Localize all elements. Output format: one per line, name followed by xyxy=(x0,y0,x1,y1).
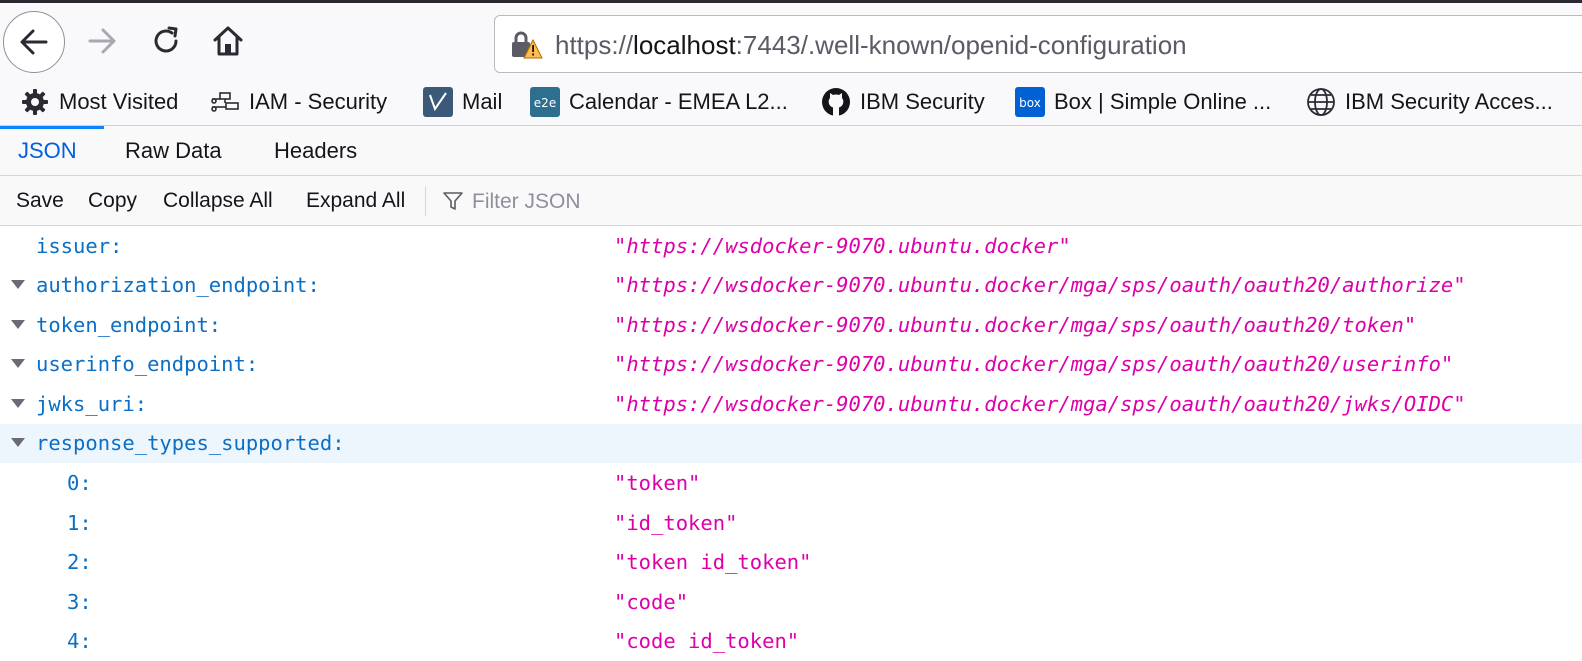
json-action-bar: Save Copy Collapse All Expand All xyxy=(0,176,1582,226)
bookmark-calendar[interactable]: e2e Calendar - EMEA L2... xyxy=(530,86,788,118)
json-value: "https://wsdocker-9070.ubuntu.docker/mga… xyxy=(614,273,1466,297)
json-row[interactable]: issuer: "https://wsdocker-9070.ubuntu.do… xyxy=(0,227,1582,266)
box-icon: box xyxy=(1015,87,1045,117)
expand-triangle-icon[interactable] xyxy=(11,320,25,330)
back-arrow-icon xyxy=(20,29,48,55)
json-value: "token id_token" xyxy=(614,550,812,574)
json-tree: issuer: "https://wsdocker-9070.ubuntu.do… xyxy=(0,226,1582,653)
json-value: "code" xyxy=(614,590,689,614)
url-text[interactable]: https://localhost:7443/.well-known/openi… xyxy=(555,29,1187,61)
bookmark-label: Mail xyxy=(462,89,503,114)
tab-headers[interactable]: Headers xyxy=(274,126,357,175)
bookmark-mail[interactable]: Mail xyxy=(423,86,502,118)
bookmark-iam-security[interactable]: IAM - Security xyxy=(210,86,387,118)
bookmark-ibm-security-access[interactable]: IBM Security Acces... xyxy=(1306,86,1553,118)
globe-icon xyxy=(1307,88,1335,116)
tab-raw-data[interactable]: Raw Data xyxy=(125,126,222,175)
expand-all-button[interactable]: Expand All xyxy=(306,176,405,226)
github-icon xyxy=(822,88,850,116)
insecure-lock-icon[interactable] xyxy=(509,29,543,61)
url-host: localhost xyxy=(633,30,736,60)
json-value: "code id_token" xyxy=(614,629,800,653)
expand-triangle-icon[interactable] xyxy=(11,438,25,448)
json-value: "https://wsdocker-9070.ubuntu.docker" xyxy=(614,234,1071,258)
json-key: 4: xyxy=(67,629,92,653)
json-row[interactable]: token_endpoint: "https://wsdocker-9070.u… xyxy=(0,306,1582,345)
bookmark-label: IBM Security Acces... xyxy=(1345,89,1553,114)
expand-triangle-icon[interactable] xyxy=(11,359,25,369)
svg-text:e2e: e2e xyxy=(534,96,556,110)
json-key: 3: xyxy=(67,590,92,614)
bookmark-label: Box | Simple Online ... xyxy=(1054,89,1272,114)
e2e-icon: e2e xyxy=(530,87,560,117)
json-key: 0: xyxy=(67,471,92,495)
json-key: response_types_supported: xyxy=(36,431,345,455)
json-row-selected[interactable]: response_types_supported: xyxy=(0,424,1582,463)
json-row[interactable]: 4: "code id_token" xyxy=(0,622,1582,661)
gear-icon xyxy=(22,89,48,115)
svg-text:box: box xyxy=(1019,96,1041,110)
json-row[interactable]: 0: "token" xyxy=(0,464,1582,503)
navigation-toolbar: https://localhost:7443/.well-known/openi… xyxy=(0,0,1582,80)
home-icon xyxy=(213,26,243,56)
collapse-all-button[interactable]: Collapse All xyxy=(163,176,273,226)
json-key: 2: xyxy=(67,550,92,574)
filter-json-input[interactable] xyxy=(470,184,1074,220)
expand-triangle-icon[interactable] xyxy=(11,399,25,409)
forward-arrow-icon xyxy=(88,28,116,54)
mail-icon xyxy=(423,87,453,117)
bookmark-box[interactable]: box Box | Simple Online ... xyxy=(1015,86,1271,118)
json-key: userinfo_endpoint: xyxy=(36,352,259,376)
url-bar[interactable]: https://localhost:7443/.well-known/openi… xyxy=(494,15,1582,73)
bookmark-label: Most Visited xyxy=(59,89,179,114)
filter-icon xyxy=(443,192,463,210)
bookmark-label: Calendar - EMEA L2... xyxy=(569,89,788,114)
json-value: "token" xyxy=(614,471,701,495)
json-value: "https://wsdocker-9070.ubuntu.docker/mga… xyxy=(614,352,1454,376)
json-key: 1: xyxy=(67,511,92,535)
home-button[interactable] xyxy=(208,21,248,61)
bookmark-label: IAM - Security xyxy=(249,89,388,114)
json-key: issuer: xyxy=(36,234,123,258)
toolbar-divider xyxy=(425,186,426,216)
bookmark-most-visited[interactable]: Most Visited xyxy=(20,86,178,118)
tab-json[interactable]: JSON xyxy=(18,126,77,175)
reload-icon xyxy=(154,26,178,53)
json-row[interactable]: 1: "id_token" xyxy=(0,504,1582,543)
save-button[interactable]: Save xyxy=(16,176,64,226)
json-value: "id_token" xyxy=(614,511,738,535)
json-key: authorization_endpoint: xyxy=(36,273,320,297)
bookmarks-toolbar: Most Visited IAM - Security Mail e2e Cal… xyxy=(0,80,1582,126)
bookmark-ibm-security[interactable]: IBM Security xyxy=(821,86,985,118)
network-icon xyxy=(211,92,239,112)
json-row[interactable]: jwks_uri: "https://wsdocker-9070.ubuntu.… xyxy=(0,385,1582,424)
url-scheme: https:// xyxy=(555,30,634,60)
json-row[interactable]: 3: "code" xyxy=(0,583,1582,622)
copy-button[interactable]: Copy xyxy=(88,176,137,226)
json-viewer-tabs: JSON Raw Data Headers xyxy=(0,126,1582,176)
json-value: "https://wsdocker-9070.ubuntu.docker/mga… xyxy=(614,313,1417,337)
json-value: "https://wsdocker-9070.ubuntu.docker/mga… xyxy=(614,392,1466,416)
reload-button[interactable] xyxy=(146,21,186,61)
json-row[interactable]: 2: "token id_token" xyxy=(0,543,1582,582)
back-button[interactable] xyxy=(3,11,65,73)
expand-triangle-icon[interactable] xyxy=(11,280,25,290)
forward-button[interactable] xyxy=(82,21,122,61)
json-row[interactable]: authorization_endpoint: "https://wsdocke… xyxy=(0,266,1582,305)
bookmark-label: IBM Security xyxy=(860,89,985,114)
json-key: token_endpoint: xyxy=(36,313,222,337)
json-row[interactable]: userinfo_endpoint: "https://wsdocker-907… xyxy=(0,345,1582,384)
json-key: jwks_uri: xyxy=(36,392,148,416)
url-path: :7443/.well-known/openid-configuration xyxy=(735,30,1187,60)
